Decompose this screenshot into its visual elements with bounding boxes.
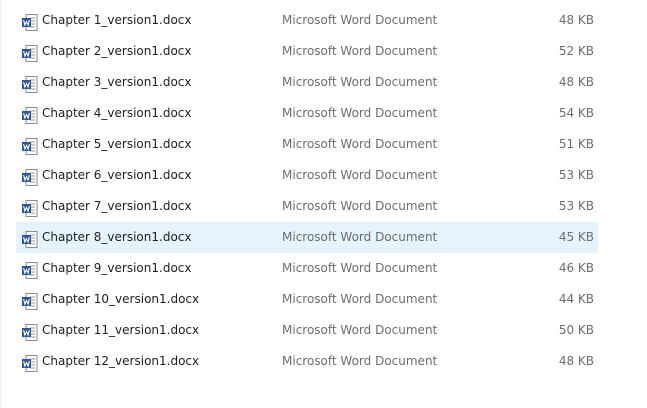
file-type: Microsoft Word Document xyxy=(282,199,438,213)
file-name: Chapter 9_version1.docx xyxy=(42,261,192,275)
file-size: 54 KB xyxy=(558,106,594,120)
word-document-icon xyxy=(22,43,38,62)
file-type: Microsoft Word Document xyxy=(282,168,438,182)
file-row[interactable]: Chapter 10_version1.docx Microsoft Word … xyxy=(16,284,598,315)
file-type: Microsoft Word Document xyxy=(282,137,438,151)
word-document-icon xyxy=(22,322,38,341)
word-document-icon xyxy=(22,229,38,248)
file-type: Microsoft Word Document xyxy=(282,261,438,275)
file-name: Chapter 2_version1.docx xyxy=(42,44,192,58)
file-size: 44 KB xyxy=(558,292,594,306)
word-document-icon xyxy=(22,12,38,31)
file-size: 53 KB xyxy=(558,199,594,213)
word-document-icon xyxy=(22,136,38,155)
file-row[interactable]: Chapter 4_version1.docx Microsoft Word D… xyxy=(16,98,598,129)
file-size: 52 KB xyxy=(558,44,594,58)
file-row-selected[interactable]: Chapter 8_version1.docx Microsoft Word D… xyxy=(16,222,598,253)
file-name: Chapter 8_version1.docx xyxy=(42,230,192,244)
file-size: 53 KB xyxy=(558,168,594,182)
file-size: 46 KB xyxy=(558,261,594,275)
word-document-icon xyxy=(22,105,38,124)
file-name: Chapter 7_version1.docx xyxy=(42,199,192,213)
file-name: Chapter 3_version1.docx xyxy=(42,75,192,89)
file-row[interactable]: Chapter 5_version1.docx Microsoft Word D… xyxy=(16,129,598,160)
file-type: Microsoft Word Document xyxy=(282,75,438,89)
file-row[interactable]: Chapter 2_version1.docx Microsoft Word D… xyxy=(16,36,598,67)
word-document-icon xyxy=(22,260,38,279)
file-name: Chapter 4_version1.docx xyxy=(42,106,192,120)
file-size: 48 KB xyxy=(558,13,594,27)
file-type: Microsoft Word Document xyxy=(282,106,438,120)
file-size: 48 KB xyxy=(558,75,594,89)
file-type: Microsoft Word Document xyxy=(282,230,438,244)
pane-divider xyxy=(0,0,1,408)
file-row[interactable]: Chapter 11_version1.docx Microsoft Word … xyxy=(16,315,598,346)
file-name: Chapter 6_version1.docx xyxy=(42,168,192,182)
file-type: Microsoft Word Document xyxy=(282,13,438,27)
file-name: Chapter 10_version1.docx xyxy=(42,292,200,306)
file-list: Chapter 1_version1.docx Microsoft Word D… xyxy=(16,5,598,377)
file-size: 45 KB xyxy=(558,230,594,244)
file-name: Chapter 12_version1.docx xyxy=(42,354,200,368)
file-row[interactable]: Chapter 9_version1.docx Microsoft Word D… xyxy=(16,253,598,284)
file-size: 50 KB xyxy=(558,323,594,337)
file-explorer-pane: Chapter 1_version1.docx Microsoft Word D… xyxy=(0,0,647,408)
word-document-icon xyxy=(22,167,38,186)
file-row[interactable]: Chapter 3_version1.docx Microsoft Word D… xyxy=(16,67,598,98)
file-name: Chapter 1_version1.docx xyxy=(42,13,192,27)
word-document-icon xyxy=(22,198,38,217)
file-row[interactable]: Chapter 1_version1.docx Microsoft Word D… xyxy=(16,5,598,36)
file-type: Microsoft Word Document xyxy=(282,292,438,306)
file-type: Microsoft Word Document xyxy=(282,44,438,58)
file-row[interactable]: Chapter 6_version1.docx Microsoft Word D… xyxy=(16,160,598,191)
file-size: 48 KB xyxy=(558,354,594,368)
file-type: Microsoft Word Document xyxy=(282,354,438,368)
word-document-icon xyxy=(22,353,38,372)
file-name: Chapter 5_version1.docx xyxy=(42,137,192,151)
word-document-icon xyxy=(22,291,38,310)
file-type: Microsoft Word Document xyxy=(282,323,438,337)
file-size: 51 KB xyxy=(558,137,594,151)
word-document-icon xyxy=(22,74,38,93)
file-name: Chapter 11_version1.docx xyxy=(42,323,200,337)
file-row[interactable]: Chapter 12_version1.docx Microsoft Word … xyxy=(16,346,598,377)
file-row[interactable]: Chapter 7_version1.docx Microsoft Word D… xyxy=(16,191,598,222)
